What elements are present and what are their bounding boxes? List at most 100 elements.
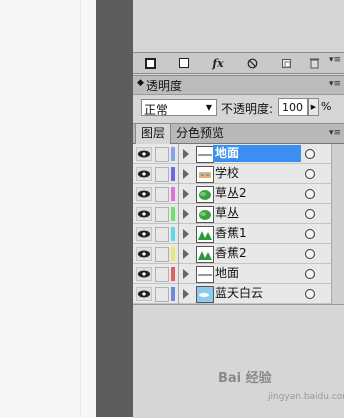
layer-row[interactable]: 香蕉1	[133, 224, 331, 244]
target-circle-icon[interactable]	[305, 209, 315, 219]
layer-row[interactable]: 地面	[133, 264, 331, 284]
visibility-eye-icon[interactable]	[135, 166, 153, 182]
layer-name[interactable]: 香蕉2	[215, 245, 251, 262]
opacity-label: 不透明度:	[221, 102, 274, 116]
opacity-input[interactable]: 100	[278, 98, 308, 116]
panel-title: 透明度	[146, 79, 183, 93]
layer-thumbnail	[196, 286, 214, 303]
layer-color-swatch	[171, 247, 175, 261]
chevron-down-icon: ▼	[205, 103, 212, 112]
layer-thumbnail	[196, 186, 214, 203]
lock-toggle[interactable]	[155, 147, 169, 162]
watermark-url: jingyan.baidu.com	[268, 392, 344, 402]
lock-toggle[interactable]	[155, 227, 169, 242]
divider	[178, 164, 179, 184]
new-layer-icon[interactable]	[277, 55, 295, 71]
visibility-eye-icon[interactable]	[135, 186, 153, 202]
layer-row[interactable]: 蓝天白云	[133, 284, 331, 304]
mask-square-icon[interactable]	[141, 55, 159, 71]
layer-color-swatch	[171, 287, 175, 301]
blend-mode-value: 正常	[144, 103, 169, 117]
lock-toggle[interactable]	[155, 207, 169, 222]
layer-row[interactable]: 草丛2	[133, 184, 331, 204]
layer-row[interactable]: 草丛	[133, 204, 331, 224]
pasteboard-strip	[96, 0, 133, 417]
watermark-text: Bai 经验	[218, 371, 272, 386]
opacity-unit: %	[321, 100, 332, 113]
layer-color-swatch	[171, 207, 175, 221]
expand-triangle-icon[interactable]	[183, 209, 189, 219]
lock-toggle[interactable]	[155, 167, 169, 182]
collapse-arrows-icon[interactable]: ◆	[137, 78, 144, 88]
layer-color-swatch	[171, 147, 175, 161]
layer-thumbnail	[196, 146, 214, 163]
layer-color-swatch	[171, 167, 175, 181]
layer-color-swatch	[171, 187, 175, 201]
panel-menu-icon[interactable]: ▾≡	[329, 55, 343, 65]
layer-row[interactable]: 地面	[133, 144, 331, 164]
layer-name[interactable]: 草丛	[215, 205, 243, 222]
visibility-eye-icon[interactable]	[135, 266, 153, 282]
expand-triangle-icon[interactable]	[183, 269, 189, 279]
panel-menu-icon[interactable]: ▾≡	[329, 79, 343, 89]
lock-toggle[interactable]	[155, 287, 169, 302]
layer-name[interactable]: 草丛2	[215, 185, 251, 202]
layer-name[interactable]: 蓝天白云	[215, 285, 267, 302]
target-circle-icon[interactable]	[305, 269, 315, 279]
expand-triangle-icon[interactable]	[183, 149, 189, 159]
layer-thumbnail	[196, 246, 214, 263]
visibility-eye-icon[interactable]	[135, 206, 153, 222]
lock-toggle[interactable]	[155, 187, 169, 202]
expand-triangle-icon[interactable]	[183, 189, 189, 199]
target-circle-icon[interactable]	[305, 149, 315, 159]
visibility-eye-icon[interactable]	[135, 286, 153, 302]
expand-triangle-icon[interactable]	[183, 249, 189, 259]
transparency-controls: 正常 ▼ 不透明度: 100 ▶ %	[133, 95, 344, 123]
layer-thumbnail	[196, 266, 214, 283]
layer-thumbnail	[196, 226, 214, 243]
expand-triangle-icon[interactable]	[183, 289, 189, 299]
layer-name[interactable]: 学校	[215, 165, 243, 182]
transparency-panel-header[interactable]: ◆ 透明度 ▾≡	[133, 75, 344, 95]
fx-button[interactable]: fx	[209, 55, 227, 71]
visibility-eye-icon[interactable]	[135, 226, 153, 242]
no-entry-icon[interactable]	[243, 55, 261, 71]
layer-name[interactable]: 地面	[215, 265, 243, 282]
panel-menu-icon[interactable]: ▾≡	[329, 128, 343, 138]
expand-triangle-icon[interactable]	[183, 169, 189, 179]
new-square-icon[interactable]	[175, 55, 193, 71]
divider	[178, 284, 179, 304]
tab-separation-preview[interactable]: 分色预览	[171, 124, 229, 143]
layer-color-swatch	[171, 267, 175, 281]
layer-thumbnail	[196, 206, 214, 223]
lock-toggle[interactable]	[155, 247, 169, 262]
opacity-slider-button[interactable]: ▶	[308, 98, 319, 116]
layers-scrollbar[interactable]	[331, 144, 344, 304]
tab-layers[interactable]: 图层	[135, 124, 172, 144]
target-circle-icon[interactable]	[305, 289, 315, 299]
layer-name[interactable]: 地面	[213, 145, 301, 162]
divider	[178, 244, 179, 264]
target-circle-icon[interactable]	[305, 229, 315, 239]
blend-mode-select[interactable]: 正常 ▼	[141, 99, 217, 117]
panels-dock: fx ▾≡ ◆ 透明度 ▾≡ 正常 ▼ 不透明度: 100 ▶ % 图层 分色预…	[133, 0, 344, 418]
target-circle-icon[interactable]	[305, 249, 315, 259]
trash-icon[interactable]	[305, 55, 323, 71]
expand-triangle-icon[interactable]	[183, 229, 189, 239]
divider	[178, 204, 179, 224]
lock-toggle[interactable]	[155, 267, 169, 282]
layer-name[interactable]: 香蕉1	[215, 225, 251, 242]
visibility-eye-icon[interactable]	[135, 246, 153, 262]
layers-tab-bar: 图层 分色预览 ▾≡	[133, 123, 344, 144]
target-circle-icon[interactable]	[305, 169, 315, 179]
target-circle-icon[interactable]	[305, 189, 315, 199]
divider	[178, 184, 179, 204]
layer-color-swatch	[171, 227, 175, 241]
appearance-panel-area	[133, 0, 344, 52]
layer-row[interactable]: 香蕉2	[133, 244, 331, 264]
document-area	[0, 0, 96, 417]
visibility-eye-icon[interactable]	[135, 146, 153, 162]
layer-row[interactable]: 学校	[133, 164, 331, 184]
divider	[178, 264, 179, 284]
divider	[178, 144, 179, 164]
